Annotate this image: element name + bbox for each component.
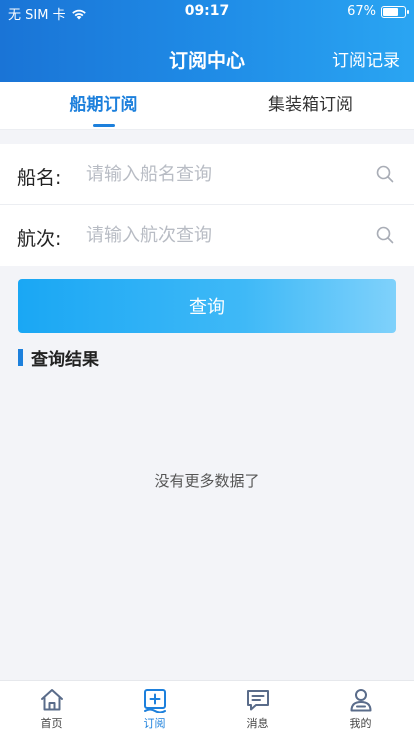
battery-percent: 67% xyxy=(347,4,376,19)
ship-name-label: 船名: xyxy=(17,167,62,189)
tab-container-subscription[interactable]: 集装箱订阅 xyxy=(207,82,414,130)
voyage-label: 航次: xyxy=(17,228,62,250)
tab-home[interactable]: 首页 xyxy=(0,685,103,735)
search-icon[interactable] xyxy=(376,226,394,244)
tab-messages[interactable]: 消息 xyxy=(206,685,309,735)
results-section-header: 查询结果 xyxy=(18,346,99,370)
results-title: 查询结果 xyxy=(31,349,99,370)
tab-label: 订阅 xyxy=(143,717,166,730)
query-button[interactable]: 查询 xyxy=(18,279,396,333)
subscription-tabs: 船期订阅 集装箱订阅 xyxy=(0,82,414,130)
bottom-tab-bar: 首页 订阅 消息 我的 xyxy=(0,680,414,736)
status-bar: 无 SIM 卡 09:17 67% xyxy=(0,0,414,24)
voyage-input[interactable] xyxy=(86,218,366,252)
app-header: 无 SIM 卡 09:17 67% 订阅中心 订阅记录 xyxy=(0,0,414,82)
battery-status: 67% xyxy=(347,4,409,19)
subscription-records-link[interactable]: 订阅记录 xyxy=(332,46,400,71)
search-form: 船名: 航次: xyxy=(0,144,414,266)
subscribe-icon xyxy=(143,689,166,713)
tab-label: 船期订阅 xyxy=(69,95,138,115)
tab-subscribe[interactable]: 订阅 xyxy=(103,685,206,735)
tab-profile[interactable]: 我的 xyxy=(309,685,412,735)
tab-label: 消息 xyxy=(246,717,269,730)
battery-icon xyxy=(381,5,409,18)
tab-schedule-subscription[interactable]: 船期订阅 xyxy=(0,82,207,130)
home-icon xyxy=(40,689,63,711)
tab-label: 集装箱订阅 xyxy=(268,95,353,115)
empty-state-text: 没有更多数据了 xyxy=(154,472,260,490)
search-icon[interactable] xyxy=(376,165,394,183)
tab-label: 首页 xyxy=(40,717,63,730)
section-accent-bar xyxy=(18,348,23,366)
ship-name-input[interactable] xyxy=(86,157,366,191)
voyage-row: 航次: xyxy=(0,205,414,266)
message-icon xyxy=(246,690,269,711)
profile-icon xyxy=(350,689,371,712)
ship-name-row: 船名: xyxy=(0,144,414,205)
tab-label: 我的 xyxy=(349,717,372,730)
active-tab-indicator xyxy=(92,124,115,127)
